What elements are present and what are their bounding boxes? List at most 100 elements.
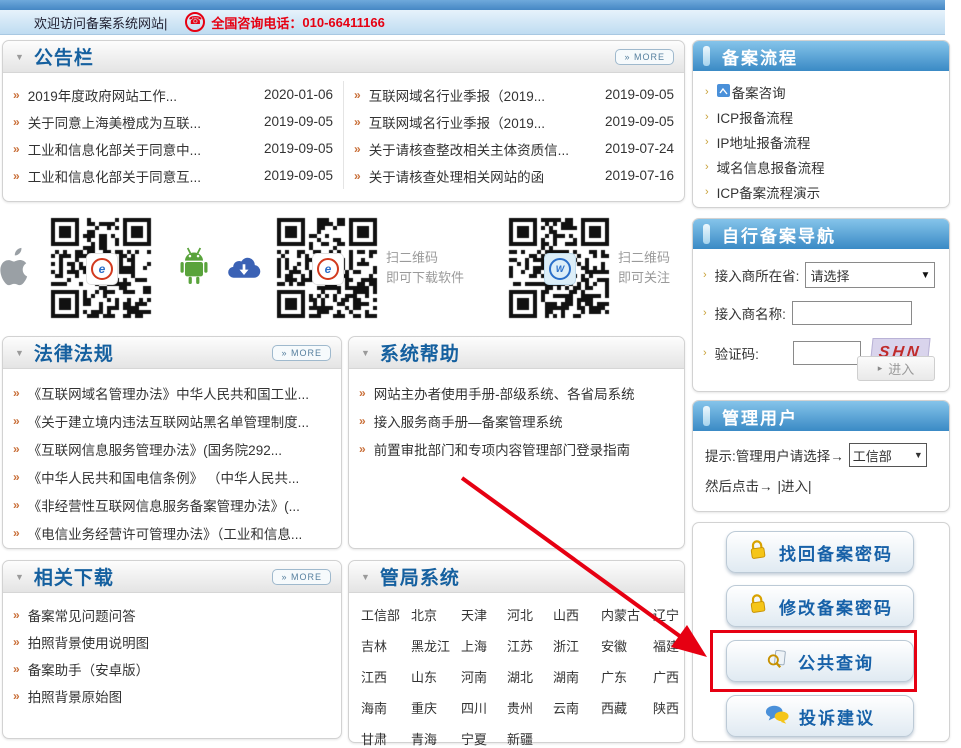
- announcements-more-button[interactable]: » MORE: [615, 49, 674, 65]
- bureau-link[interactable]: 甘肃: [361, 729, 407, 748]
- bureau-link[interactable]: 江苏: [507, 636, 549, 655]
- bureau-link[interactable]: 湖北: [507, 667, 549, 686]
- isp-name-input[interactable]: [792, 301, 912, 325]
- law-link[interactable]: 《关于建立境内违法互联网站黑名单管理制度...: [28, 411, 331, 431]
- law-link[interactable]: 《互联网域名管理办法》中华人民共和国工业...: [28, 383, 331, 403]
- bureau-link[interactable]: 工信部: [361, 605, 407, 624]
- law-link[interactable]: 《中华人民共和国电信条例》 （中华人民共...: [28, 467, 331, 487]
- bureau-link[interactable]: 西藏: [601, 698, 649, 717]
- announcement-link[interactable]: 2019年度政府网站工作...: [28, 85, 258, 105]
- laws-more-button[interactable]: » MORE: [272, 345, 331, 361]
- bureau-link[interactable]: 北京: [411, 605, 457, 624]
- bureau-link[interactable]: 广东: [601, 667, 649, 686]
- announcement-link[interactable]: 工业和信息化部关于同意中...: [28, 139, 258, 159]
- announcement-link[interactable]: 关于请核查处理相关网站的函: [369, 166, 599, 186]
- bureau-link[interactable]: 山东: [411, 667, 457, 686]
- bureau-header: ▼ 管局系统: [349, 561, 684, 593]
- bureau-link[interactable]: 上海: [461, 636, 503, 655]
- bureau-link[interactable]: 河北: [507, 605, 549, 624]
- announcements-col1: » 2019年度政府网站工作... 2020-01-06 » 关于同意上海美橙成…: [3, 81, 343, 189]
- law-link[interactable]: 《电信业务经营许可管理办法》（工业和信息...: [28, 523, 331, 543]
- bureau-link[interactable]: 辽宁: [653, 605, 693, 624]
- bureau-link[interactable]: 湖南: [553, 667, 597, 686]
- bullet-icon: »: [13, 115, 20, 129]
- download-link[interactable]: 拍照背景使用说明图: [28, 632, 331, 652]
- bureau-link[interactable]: 贵州: [507, 698, 549, 717]
- help-link[interactable]: 前置审批部门和专项内容管理部门登录指南: [374, 439, 674, 459]
- bureau-link[interactable]: 吉林: [361, 636, 407, 655]
- bullet-icon: »: [13, 689, 20, 703]
- law-link[interactable]: 《互联网信息服务管理办法》(国务院292...: [28, 439, 331, 459]
- sidebar-item-label: 备案咨询: [732, 82, 786, 102]
- download-link[interactable]: 拍照背景原始图: [28, 686, 331, 706]
- law-link[interactable]: 《非经营性互联网信息服务备案管理办法》(...: [28, 495, 331, 515]
- bureau-link[interactable]: 青海: [411, 729, 457, 748]
- announcement-date: 2019-07-16: [605, 168, 674, 183]
- bureau-link[interactable]: 海南: [361, 698, 407, 717]
- bureau-link[interactable]: 陕西: [653, 698, 693, 717]
- help-link[interactable]: 接入服务商手册—备案管理系统: [374, 411, 674, 431]
- help-item: » 前置审批部门和专项内容管理部门登录指南: [349, 435, 684, 463]
- bureau-link[interactable]: 内蒙古: [601, 605, 649, 624]
- help-link[interactable]: 网站主办者使用手册-部级系统、各省局系统: [374, 383, 674, 403]
- bureau-link[interactable]: 天津: [461, 605, 503, 624]
- download-link[interactable]: 备案常见问题问答: [28, 605, 331, 625]
- bullet-icon: »: [13, 142, 20, 156]
- bureau-link[interactable]: 安徽: [601, 636, 649, 655]
- bureau-link[interactable]: 重庆: [411, 698, 457, 717]
- announcement-link[interactable]: 互联网域名行业季报（2019...: [369, 112, 599, 132]
- complaint-button[interactable]: 投诉建议: [726, 695, 914, 737]
- announcement-link[interactable]: 互联网域名行业季报（2019...: [369, 85, 599, 105]
- bullet-icon: »: [13, 498, 20, 512]
- announcements-header: ▼ 公告栏 » MORE: [3, 41, 684, 73]
- laws-list: » 《互联网域名管理办法》中华人民共和国工业... » 《关于建立境内违法互联网…: [3, 369, 341, 547]
- download-item: » 备案常见问题问答: [3, 601, 341, 628]
- bureau-title: 管局系统: [380, 563, 460, 590]
- downloads-header: ▼ 相关下载 » MORE: [3, 561, 341, 593]
- province-select[interactable]: 请选择 ▼: [805, 262, 935, 288]
- find-password-label: 找回备案密码: [779, 540, 893, 565]
- announcement-link[interactable]: 关于请核查整改相关主体资质信...: [369, 139, 599, 159]
- hotline-number: 010-66411166: [302, 15, 384, 30]
- sidebar-item-label: ICP报备流程: [717, 107, 794, 127]
- sidebar-item-icp-flow[interactable]: › ICP报备流程: [693, 104, 949, 129]
- announcement-item: » 工业和信息化部关于同意互... 2019-09-05: [3, 162, 343, 189]
- sidebar-item-consult[interactable]: › 备案咨询: [693, 79, 949, 104]
- wechat-account-logo-icon: W: [544, 253, 576, 285]
- bureau-link[interactable]: 云南: [553, 698, 597, 717]
- section-triangle-icon: ▼: [15, 348, 24, 358]
- change-password-button[interactable]: 修改备案密码: [726, 585, 914, 627]
- bullet-icon: »: [13, 635, 20, 649]
- download-link[interactable]: 备案助手（安卓版）: [28, 659, 331, 679]
- bureau-link[interactable]: 河南: [461, 667, 503, 686]
- arrow-bullet-icon: ›: [705, 186, 709, 198]
- sidebar-item-demo[interactable]: › ICP备案流程演示: [693, 179, 949, 204]
- bullet-icon: »: [13, 608, 20, 622]
- navigation-enter-button[interactable]: ▸ 进入: [857, 356, 935, 381]
- bullet-icon: »: [13, 169, 20, 183]
- province-select-value: 请选择: [810, 266, 849, 285]
- sidebar-item-label: 域名信息报备流程: [717, 157, 825, 177]
- lock-icon: [745, 591, 771, 621]
- bureau-link[interactable]: 福建: [653, 636, 693, 655]
- help-panel: ▼ 系统帮助 » 网站主办者使用手册-部级系统、各省局系统 » 接入服务商手册—…: [348, 336, 685, 549]
- bureau-link[interactable]: 黑龙江: [411, 636, 457, 655]
- admin-enter-link[interactable]: |进入|: [778, 475, 812, 495]
- chevron-down-icon: ▼: [921, 270, 931, 281]
- announcement-link[interactable]: 关于同意上海美橙成为互联...: [28, 112, 258, 132]
- bureau-link[interactable]: 广西: [653, 667, 693, 686]
- sidebar-item-domain-flow[interactable]: › 域名信息报备流程: [693, 154, 949, 179]
- downloads-more-button[interactable]: » MORE: [272, 569, 331, 585]
- sidebar-item-ip-flow[interactable]: › IP地址报备流程: [693, 129, 949, 154]
- header-bar-icon: [703, 46, 710, 66]
- admin-org-select[interactable]: 工信部 ▼: [849, 443, 927, 467]
- find-password-button[interactable]: 找回备案密码: [726, 531, 914, 573]
- announcement-link[interactable]: 工业和信息化部关于同意互...: [28, 166, 258, 186]
- captcha-input[interactable]: [793, 341, 861, 365]
- bureau-link[interactable]: 山西: [553, 605, 597, 624]
- bureau-link[interactable]: 四川: [461, 698, 503, 717]
- bureau-link[interactable]: 江西: [361, 667, 407, 686]
- bureau-link[interactable]: 宁夏: [461, 729, 503, 748]
- bureau-link[interactable]: 新疆: [507, 729, 549, 748]
- bureau-link[interactable]: 浙江: [553, 636, 597, 655]
